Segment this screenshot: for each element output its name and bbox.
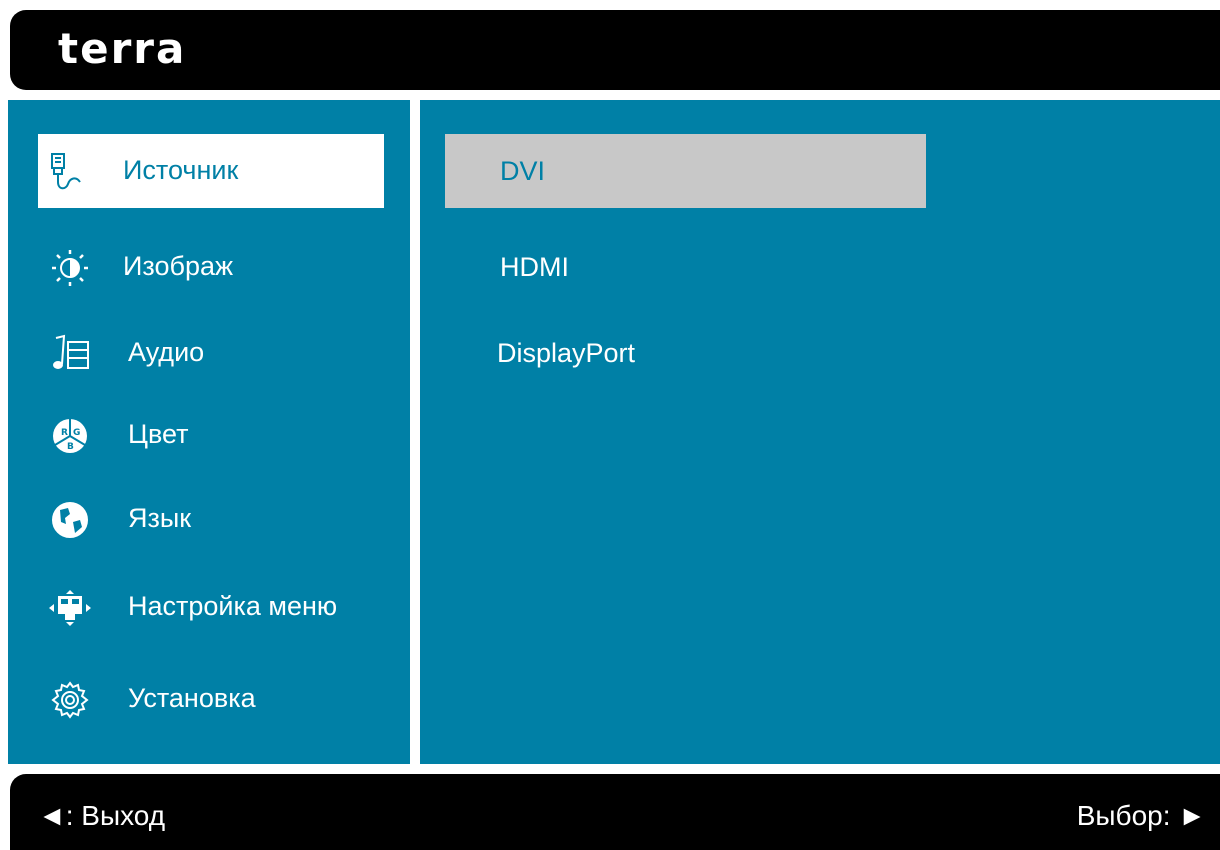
footer-bar: ◄: Выход Выбор: ► (10, 774, 1220, 850)
source-option-label: DVI (500, 156, 546, 186)
brand-logo: terra (58, 24, 187, 73)
source-option-label: DisplayPort (497, 338, 636, 368)
svg-text:R: R (61, 428, 68, 438)
exit-hint[interactable]: ◄: Выход (38, 800, 165, 832)
menu-item-color[interactable]: R G B Цвет (38, 398, 384, 472)
select-hint[interactable]: Выбор: ► (1077, 800, 1206, 832)
source-option-label: HDMI (500, 252, 569, 282)
source-option-dvi[interactable]: DVI (445, 134, 926, 208)
menu-item-label: Аудио (128, 337, 205, 367)
menu-item-label: Настройка меню (128, 591, 338, 621)
input-source-icon (46, 152, 94, 192)
brightness-icon (46, 248, 94, 288)
menu-item-setup[interactable]: Установка (38, 662, 384, 736)
menu-item-label: Источник (123, 155, 239, 185)
svg-text:B: B (67, 442, 74, 452)
header-bar: terra (10, 10, 1220, 90)
menu-item-label: Язык (128, 503, 192, 533)
menu-item-language[interactable]: Язык (38, 482, 384, 556)
source-submenu-panel: DVI HDMI DisplayPort (420, 100, 1220, 764)
source-option-displayport[interactable]: DisplayPort (445, 316, 926, 390)
menu-item-audio[interactable]: Аудио (38, 316, 384, 390)
audio-note-icon (46, 334, 94, 374)
gear-icon (46, 680, 94, 720)
rgb-color-icon: R G B (46, 416, 94, 456)
menu-item-image[interactable]: Изображ (38, 230, 384, 304)
menu-item-label: Цвет (128, 419, 189, 449)
globe-icon (46, 500, 94, 540)
osd-position-icon (46, 588, 94, 628)
menu-item-label: Установка (128, 683, 256, 713)
menu-item-menu-settings[interactable]: Настройка меню (38, 570, 384, 644)
svg-text:G: G (73, 428, 80, 438)
menu-item-label: Изображ (123, 251, 234, 281)
source-option-hdmi[interactable]: HDMI (445, 230, 926, 304)
menu-item-source[interactable]: Источник (38, 134, 384, 208)
main-menu-panel: Источник Изображ Аудио R G B Цвет Язык Н… (8, 100, 410, 764)
